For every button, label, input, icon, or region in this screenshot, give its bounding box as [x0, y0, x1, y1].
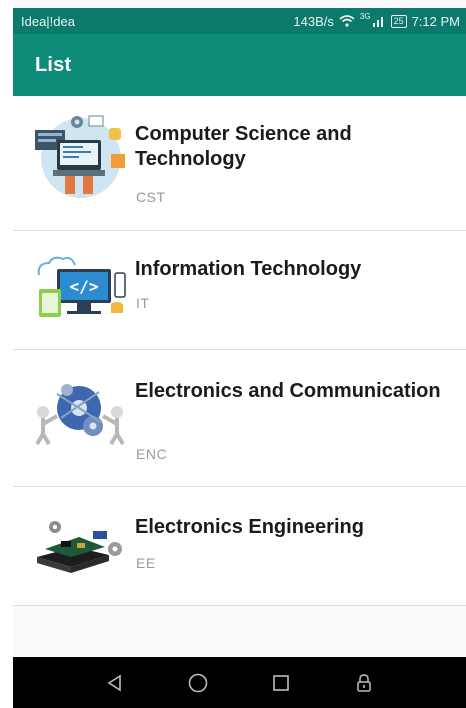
- network-type: 3G: [359, 11, 371, 21]
- carrier-name: Idea|!dea: [21, 13, 75, 29]
- home-button[interactable]: [183, 668, 213, 698]
- list-item-cst[interactable]: Computer Science and Technology CST: [13, 96, 466, 231]
- svg-text:</>: </>: [70, 277, 99, 296]
- clock: 7:12 PM: [411, 13, 460, 29]
- navigation-bar: [13, 657, 466, 708]
- information-technology-illustration: </>: [37, 256, 126, 317]
- communication-gears-illustration: [35, 384, 125, 446]
- lock-icon: [357, 673, 372, 692]
- recents-button[interactable]: [266, 668, 296, 698]
- app-bar: List: [13, 34, 466, 96]
- list-item-ee[interactable]: Electronics Engineering EE: [13, 487, 466, 606]
- network-speed: 143B/s: [293, 13, 334, 29]
- status-bar: Idea|!dea 143B/s 3G 25 7:12 PM: [13, 8, 466, 34]
- computer-science-illustration: [35, 115, 125, 198]
- item-code: ENC: [136, 446, 168, 462]
- circuit-board-illustration: [37, 521, 122, 573]
- page-title: List: [35, 53, 72, 76]
- battery-icon: 25: [390, 14, 407, 28]
- wifi-icon: [339, 15, 355, 27]
- item-title: Computer Science and Technology: [135, 123, 352, 170]
- lock-button[interactable]: [349, 668, 379, 698]
- item-title: Electronics Engineering: [135, 516, 364, 538]
- home-icon: [188, 673, 208, 692]
- phone-screen: Idea|!dea 143B/s 3G 25 7:12 PM List Comp…: [13, 0, 466, 708]
- list-item-enc[interactable]: Electronics and Communication ENC: [13, 350, 466, 487]
- item-code: CST: [136, 189, 166, 205]
- list-item-it[interactable]: </> Information Technology IT: [13, 231, 466, 350]
- item-code: EE: [136, 555, 156, 571]
- department-list: Computer Science and Technology CST </> …: [13, 96, 466, 606]
- item-code: IT: [136, 295, 150, 311]
- item-title: Electronics and Communication: [135, 380, 441, 402]
- signal-icon: [372, 17, 383, 27]
- back-icon: [107, 674, 121, 691]
- back-button[interactable]: [100, 668, 130, 698]
- recents-icon: [273, 674, 289, 691]
- item-title: Information Technology: [135, 258, 362, 280]
- battery-level: 25: [393, 15, 404, 26]
- status-indicators: 143B/s 3G 25 7:12 PM: [293, 11, 460, 29]
